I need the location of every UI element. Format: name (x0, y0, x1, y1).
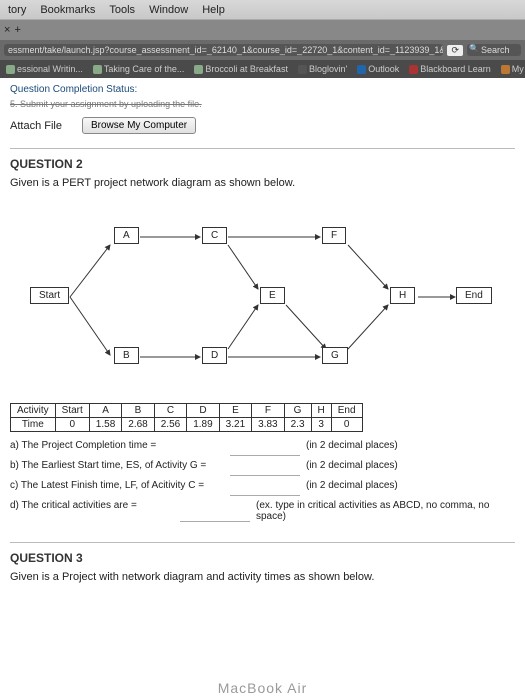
answer-a: a) The Project Completion time =(in 2 de… (10, 438, 515, 458)
answer-a-hint: (in 2 decimal places) (306, 440, 398, 456)
answer-c-input[interactable] (230, 480, 300, 496)
menu-help[interactable]: Help (202, 4, 225, 16)
table-header-row: ActivityStartABCDEFGHEnd (11, 404, 363, 418)
page-content: Question Completion Status: 5. Submit yo… (0, 78, 525, 700)
bookmark-myaum[interactable]: My AUM (501, 64, 525, 74)
bookmark-icon (93, 65, 102, 74)
node-h: H (390, 287, 415, 304)
bookmark-blackboard[interactable]: Blackboard Learn (409, 64, 491, 74)
url-field[interactable]: essment/take/launch.jsp?course_assessmen… (4, 44, 443, 56)
question-3-text: Given is a Project with network diagram … (10, 565, 515, 591)
answer-c-hint: (in 2 decimal places) (306, 480, 398, 496)
attach-label: Attach File (10, 120, 62, 132)
node-start: Start (30, 287, 69, 304)
node-f: F (322, 227, 346, 244)
new-tab-button[interactable]: + (14, 24, 20, 36)
answer-d-hint: (ex. type in critical activities as ABCD… (256, 500, 515, 522)
menu-window[interactable]: Window (149, 4, 188, 16)
node-e: E (260, 287, 285, 304)
tabbar: × + (0, 20, 525, 40)
pert-diagram: Start A B C D E F G H End (10, 197, 515, 397)
bookmark-outlook[interactable]: Outlook (357, 64, 399, 74)
bookmark-icon (194, 65, 203, 74)
browse-button[interactable]: Browse My Computer (82, 117, 196, 134)
answer-a-input[interactable] (230, 440, 300, 456)
bookmark-bloglovin[interactable]: Bloglovin' (298, 64, 347, 74)
answer-b-hint: (in 2 decimal places) (306, 460, 398, 476)
node-c: C (202, 227, 227, 244)
menu-tools[interactable]: Tools (109, 4, 135, 16)
node-b: B (114, 347, 139, 364)
refresh-button[interactable]: ⟳ (447, 45, 463, 56)
node-g: G (322, 347, 348, 364)
completion-status: Question Completion Status: (10, 82, 515, 97)
answer-c: c) The Latest Finish time, LF, of Acitiv… (10, 478, 515, 498)
bookmarks-bar: essional Writin... Taking Care of the...… (0, 60, 525, 78)
menu-bookmarks[interactable]: Bookmarks (40, 4, 95, 16)
node-end: End (456, 287, 492, 304)
menubar: tory Bookmarks Tools Window Help (0, 0, 525, 20)
bookmark-icon (409, 65, 418, 74)
menu-history[interactable]: tory (8, 4, 26, 16)
node-a: A (114, 227, 139, 244)
urlbar: essment/take/launch.jsp?course_assessmen… (0, 40, 525, 60)
answer-b-input[interactable] (230, 460, 300, 476)
node-d: D (202, 347, 227, 364)
question-2-header: QUESTION 2 (10, 148, 515, 171)
bookmark-taking-care[interactable]: Taking Care of the... (93, 64, 185, 74)
attach-row: Attach File Browse My Computer (10, 117, 515, 134)
tab-close-icon[interactable]: × (4, 24, 10, 36)
bookmark-icon (357, 65, 366, 74)
bookmark-writin[interactable]: essional Writin... (6, 64, 83, 74)
bookmark-broccoli[interactable]: Broccoli at Breakfast (194, 64, 288, 74)
search-field[interactable]: Search (467, 44, 521, 56)
bookmark-icon (6, 65, 15, 74)
answer-d-input[interactable] (180, 500, 250, 522)
question-2-text: Given is a PERT project network diagram … (10, 171, 515, 197)
question-3-header: QUESTION 3 (10, 542, 515, 565)
answer-b: b) The Earliest Start time, ES, of Activ… (10, 458, 515, 478)
step-text: 5. Submit your assignment by uploading t… (10, 97, 515, 111)
table-time-row: Time01.582.682.561.893.213.832.330 (11, 418, 363, 432)
activity-table: ActivityStartABCDEFGHEnd Time01.582.682.… (10, 403, 363, 432)
bookmark-icon (298, 65, 307, 74)
bookmark-icon (501, 65, 510, 74)
answer-d: d) The critical activities are =(ex. typ… (10, 498, 515, 524)
